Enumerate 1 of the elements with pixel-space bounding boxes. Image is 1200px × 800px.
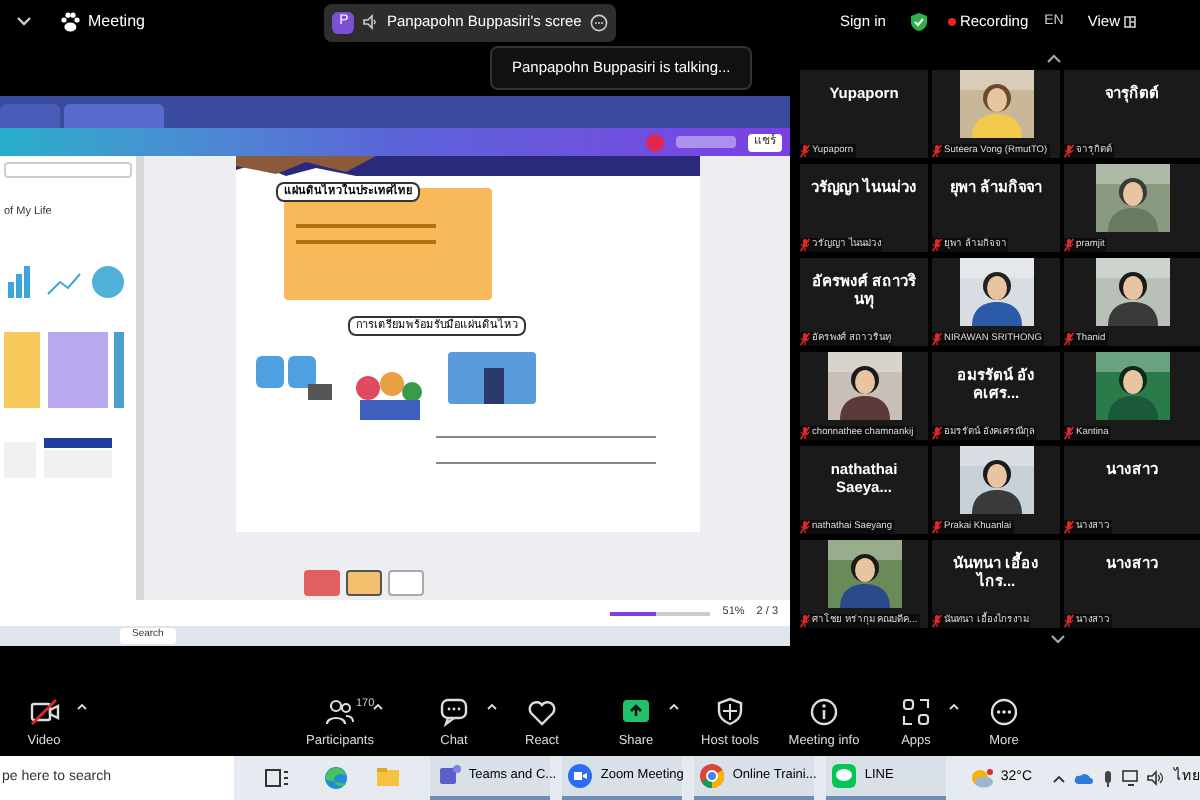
- meeting-title: Meeting: [88, 10, 145, 34]
